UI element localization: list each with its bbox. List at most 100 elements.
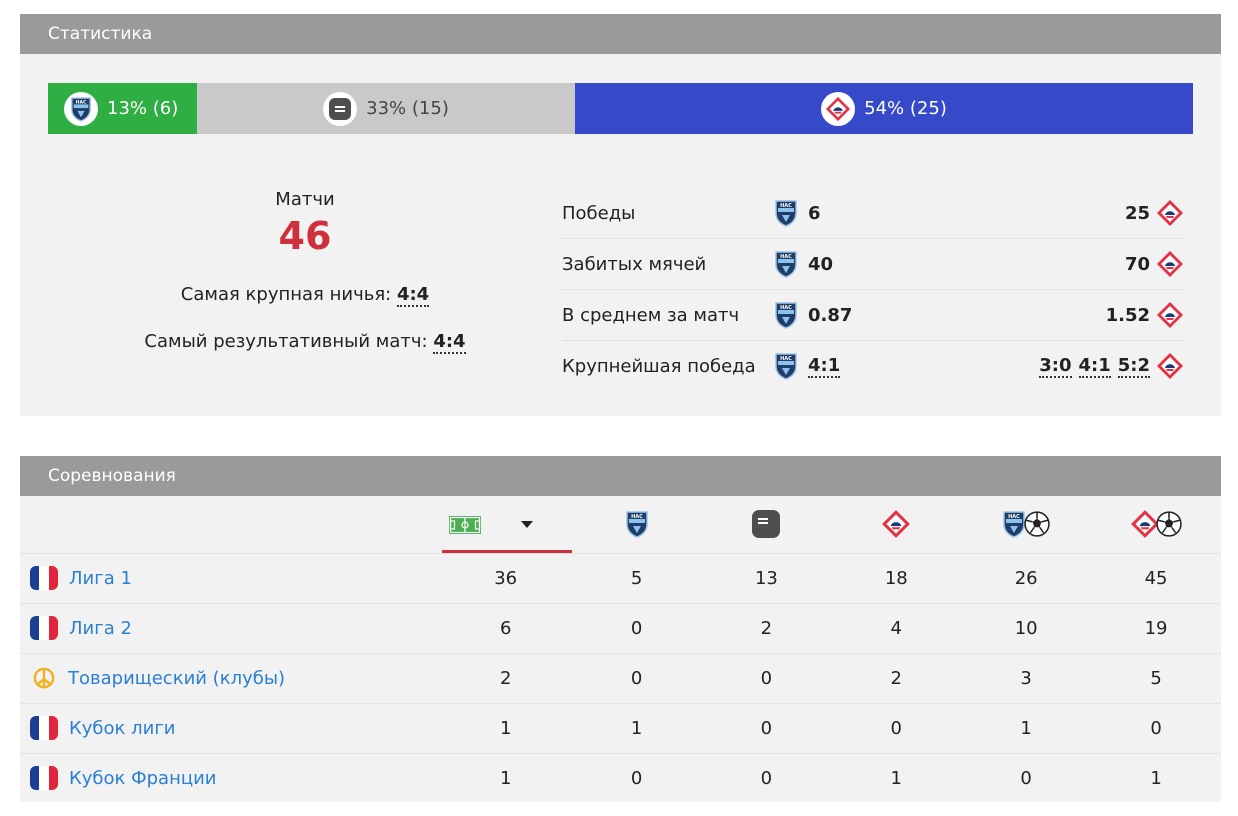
away-wins-count: 0 xyxy=(890,717,902,739)
away-team-crest-icon xyxy=(881,509,911,539)
competition-link[interactable]: Товарищеский (клубы) xyxy=(68,668,285,689)
draws-column[interactable] xyxy=(701,496,831,553)
away-goals-count: 5 xyxy=(1150,667,1162,689)
highest-scoring-match: Самый результативный матч: 4:4 xyxy=(20,331,590,354)
away-goals-count: 19 xyxy=(1144,617,1168,639)
table-row: Лига 2 6 0 2 4 10 19 xyxy=(20,603,1221,653)
home-wins-segment[interactable]: 13% (6) xyxy=(48,83,197,134)
table-row: Кубок Франции 1 0 0 1 0 1 xyxy=(20,753,1221,803)
competitions-title: Соревнования xyxy=(20,456,1221,496)
home-wins-count: 0 xyxy=(630,767,643,789)
home-team-crest-icon xyxy=(1002,510,1026,538)
home-goals-column[interactable] xyxy=(961,496,1091,553)
away-goals-count: 0 xyxy=(1150,717,1162,739)
away-team-crest-icon xyxy=(1156,250,1184,278)
away-biggest-win-score[interactable]: 3:0 xyxy=(1039,355,1072,378)
home-stat-value: 6 xyxy=(808,202,821,224)
stat-label: Крупнейшая победа xyxy=(562,355,756,377)
away-team-crest-icon xyxy=(1156,301,1184,329)
away-biggest-win-score[interactable]: 4:1 xyxy=(1078,355,1111,378)
away-wins-count: 4 xyxy=(890,617,902,639)
competition-link[interactable]: Кубок лиги xyxy=(69,718,176,739)
home-team-crest-icon xyxy=(64,91,98,126)
away-stat-value: 70 xyxy=(1124,253,1150,275)
biggest-draw-score[interactable]: 4:4 xyxy=(396,284,430,307)
away-stat-value: 25 xyxy=(1124,202,1150,224)
home-wins-count: 0 xyxy=(630,617,643,639)
draws-count: 0 xyxy=(760,767,773,789)
away-wins-value: 54% (25) xyxy=(864,98,947,119)
stat-label: Забитых мячей xyxy=(562,253,707,275)
away-wins-segment[interactable]: 54% (25) xyxy=(575,83,1193,134)
home-goals-count: 10 xyxy=(1014,617,1038,639)
france-flag-icon xyxy=(30,766,58,791)
ball-icon xyxy=(1024,511,1050,537)
stat-label: Победы xyxy=(562,202,636,224)
away-goals-count: 1 xyxy=(1150,767,1162,789)
table-row: Лига 1 36 5 13 18 26 45 xyxy=(20,553,1221,603)
stat-row-average: В среднем за матч 0.87 1.52 xyxy=(562,290,1184,341)
home-wins-count: 0 xyxy=(630,667,643,689)
home-stat-value: 40 xyxy=(808,253,834,275)
matches-count: 1 xyxy=(499,767,512,789)
matches-count: 6 xyxy=(499,617,512,639)
matches-count: 46 xyxy=(278,214,332,258)
home-wins-column[interactable] xyxy=(572,496,702,553)
home-biggest-win-score[interactable]: 4:1 xyxy=(808,355,841,378)
away-biggest-win-score[interactable]: 5:2 xyxy=(1117,355,1150,378)
home-wins-value: 13% (6) xyxy=(107,98,179,119)
ball-icon xyxy=(1156,511,1182,537)
draw-icon xyxy=(752,510,781,539)
away-goals-column[interactable] xyxy=(1091,496,1221,553)
matches-count: 1 xyxy=(499,717,512,739)
home-team-crest-icon xyxy=(774,301,798,329)
draws-count: 0 xyxy=(760,667,773,689)
away-team-crest-icon xyxy=(1156,352,1184,380)
competition-link[interactable]: Кубок Франции xyxy=(69,768,217,789)
away-wins-count: 2 xyxy=(890,667,902,689)
home-team-crest-icon xyxy=(774,352,798,380)
away-team-crest-icon xyxy=(1156,199,1184,227)
away-wins-count: 18 xyxy=(884,567,908,589)
sort-desc-icon xyxy=(520,521,533,529)
draws-count: 13 xyxy=(754,567,778,589)
statistics-title: Статистика xyxy=(20,14,1221,54)
peace-icon xyxy=(33,667,55,689)
statistics-panel: Статистика 13% (6) 33% (15) 54% (25) Мат… xyxy=(20,14,1221,416)
biggest-draw: Самая крупная ничья: 4:4 xyxy=(20,284,590,307)
away-goals-count: 45 xyxy=(1144,567,1168,589)
france-flag-icon xyxy=(30,716,58,740)
pitch-icon xyxy=(448,515,481,534)
france-flag-icon xyxy=(30,566,58,590)
results-distribution-bar: 13% (6) 33% (15) 54% (25) xyxy=(48,83,1193,134)
home-wins-count: 1 xyxy=(630,717,643,739)
stat-row-goals: Забитых мячей 40 70 xyxy=(562,239,1184,290)
away-wins-column[interactable] xyxy=(831,496,961,553)
highest-scoring-score[interactable]: 4:4 xyxy=(433,331,466,354)
biggest-draw-label: Самая крупная ничья: xyxy=(180,284,392,305)
draws-count: 2 xyxy=(760,617,773,639)
table-row: Товарищеский (клубы) 2 0 0 2 3 5 xyxy=(20,653,1221,703)
home-team-crest-icon xyxy=(625,510,649,538)
draws-segment[interactable]: 33% (15) xyxy=(197,83,575,134)
competitions-table: Лига 1 36 5 13 18 26 45 Лига 2 6 0 2 4 1… xyxy=(20,496,1221,803)
active-sort-indicator xyxy=(441,549,572,553)
home-goals-count: 0 xyxy=(1020,767,1032,789)
matches-count: 36 xyxy=(494,567,518,589)
draws-value: 33% (15) xyxy=(366,98,449,119)
home-stat-value: 0.87 xyxy=(808,304,853,326)
home-goals-count: 1 xyxy=(1020,717,1032,739)
home-goals-count: 26 xyxy=(1014,567,1038,589)
competition-link[interactable]: Лига 2 xyxy=(69,618,132,639)
sort-by-matches-column[interactable] xyxy=(440,496,572,553)
competition-link[interactable]: Лига 1 xyxy=(69,568,132,589)
home-team-crest-icon xyxy=(774,250,798,278)
stat-row-biggest-win: Крупнейшая победа 4:1 3:0 4:1 5:2 xyxy=(562,341,1184,391)
draws-count: 0 xyxy=(760,717,773,739)
table-header-row xyxy=(20,496,1221,553)
matches-count: 2 xyxy=(499,667,512,689)
away-stat-value: 1.52 xyxy=(1105,304,1150,326)
away-team-crest-icon xyxy=(821,91,856,126)
competitions-panel: Соревнования Лига 1 36 5 13 18 26 45 Лиг… xyxy=(20,456,1221,802)
matches-label: Матчи xyxy=(275,189,335,210)
